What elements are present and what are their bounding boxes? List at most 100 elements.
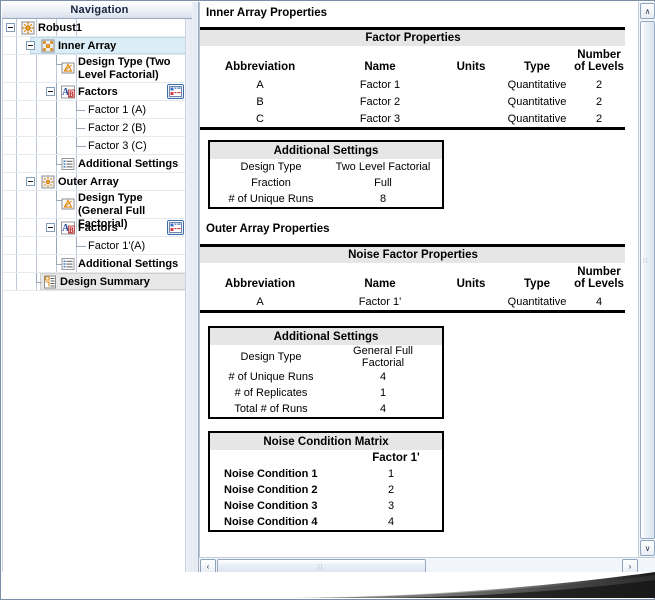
setting-label: # of Unique Runs	[228, 193, 314, 205]
cell-units	[440, 110, 502, 130]
col-name: Name	[364, 61, 396, 73]
inner-additional-settings-table: Additional Settings Design Type Two Leve…	[208, 140, 444, 209]
status-strip	[2, 572, 655, 598]
cell-units	[440, 76, 502, 93]
tree-item-label: Additional Settings	[78, 158, 179, 170]
noise-condition-matrix-table: Noise Condition Matrix Factor 1' Noise C…	[208, 431, 444, 532]
scroll-up-button[interactable]: ∧	[640, 3, 655, 19]
outer-additional-settings-table: Additional Settings Design Type General …	[208, 326, 444, 419]
expander-outer-array[interactable]	[26, 177, 35, 186]
outer-array-icon	[40, 174, 56, 190]
tree-item-robust1[interactable]: Robust1	[3, 19, 187, 37]
tree-item-inner-factor-1[interactable]: Factor 1 (A)	[3, 101, 187, 119]
setting-value: General Full Factorial	[353, 345, 413, 369]
setting-label: Design Type	[240, 351, 302, 363]
tree-item-label: Factor 1 (A)	[88, 104, 147, 116]
design-type-icon	[60, 196, 76, 212]
additional-settings-title: Additional Settings	[209, 327, 443, 345]
factor-properties-table: Factor Properties Abbreviation Name Unit…	[200, 27, 625, 130]
cell-type: Quantitative	[502, 110, 572, 130]
cell-name: Factor 2	[359, 95, 401, 108]
design-type-icon	[60, 60, 76, 76]
vertical-scroll-thumb[interactable]	[640, 21, 655, 539]
robust-design-icon	[20, 20, 36, 36]
tree-item-outer-factors[interactable]: A B Factors	[3, 219, 187, 237]
expander-outer-factors[interactable]	[46, 223, 55, 232]
tree-item-outer-array[interactable]: Outer Array	[3, 173, 187, 191]
factors-icon: A B	[60, 84, 76, 100]
table-row: A Factor 1 Quantitative 2	[200, 76, 625, 93]
tree-item-label: Design Type (Two Level Factorial)	[78, 56, 171, 81]
tree-item-label: Inner Array	[58, 40, 117, 52]
cell-abbreviation: C	[200, 110, 320, 130]
table-title-row: Noise Condition Matrix	[209, 432, 443, 450]
tree-item-outer-factor-1[interactable]: Factor 1'(A)	[3, 237, 187, 255]
table-row: Noise Condition 2 2	[209, 482, 443, 498]
tree-item-inner-factor-3[interactable]: Factor 3 (C)	[3, 137, 187, 155]
expander-inner-factors[interactable]	[46, 87, 55, 96]
tree-item-inner-factors[interactable]: A B Factors	[3, 83, 187, 101]
cell-name: Factor 3	[320, 110, 440, 130]
table-header-row: Abbreviation Name Units Type Number of L…	[200, 263, 625, 293]
table-row: Design Type Two Level Factorial	[209, 159, 443, 175]
settings-list-icon	[60, 156, 76, 172]
col-type: Type	[524, 61, 550, 73]
noise-condition-value: 2	[387, 484, 395, 496]
factor-properties-title: Factor Properties	[200, 27, 625, 46]
table-row: # of Unique Runs 4	[209, 369, 443, 385]
cell-levels: 2	[595, 78, 603, 91]
col-factor-1-prime: Factor 1'	[372, 452, 420, 464]
setting-value: 1	[379, 387, 387, 399]
table-header-row: Abbreviation Name Units Type Number of L…	[200, 46, 625, 76]
table-row: # of Replicates 1	[209, 385, 443, 401]
setting-label: # of Unique Runs	[228, 371, 314, 383]
noise-factor-properties-table: Noise Factor Properties Abbreviation Nam…	[200, 244, 625, 313]
table-row: Noise Condition 1 1	[209, 466, 443, 482]
tree-item-label: Factor 1'(A)	[88, 240, 146, 252]
tree-item-inner-additional-settings[interactable]: Additional Settings	[3, 155, 187, 173]
tree-item-label: Factors	[78, 86, 118, 98]
application-window: Navigation Robust1 Inner Array Design Ty…	[0, 0, 655, 600]
cell-name: Factor 1'	[320, 293, 440, 313]
cell-levels: 4	[572, 293, 625, 313]
table-title-row: Additional Settings	[209, 141, 443, 159]
svg-text:B: B	[69, 227, 74, 235]
cell-type: Quantitative	[507, 95, 567, 108]
factors-icon: A B	[60, 220, 76, 236]
expander-inner-array[interactable]	[26, 41, 35, 50]
noise-condition-label: Noise Condition 2	[224, 484, 318, 496]
table-row: # of Unique Runs 8	[209, 191, 443, 208]
factors-grid-button[interactable]	[167, 220, 184, 235]
noise-condition-label: Noise Condition 1	[224, 468, 318, 480]
cell-levels: 2	[595, 95, 603, 108]
report-content: Inner Array Properties Factor Properties…	[199, 2, 625, 557]
factors-grid-button[interactable]	[167, 84, 184, 99]
col-blank	[209, 450, 350, 466]
setting-label: Design Type	[240, 161, 302, 173]
table-row: C Factor 3 Quantitative 2	[200, 110, 625, 130]
tree-item-label: Design Summary	[60, 276, 150, 288]
noise-condition-matrix-title: Noise Condition Matrix	[209, 432, 443, 450]
tree-item-inner-array[interactable]: Inner Array	[3, 37, 187, 55]
navigation-header: Navigation	[2, 2, 197, 19]
expander-robust1[interactable]	[6, 23, 15, 32]
tree-item-outer-additional-settings[interactable]: Additional Settings	[3, 255, 187, 273]
cell-units	[440, 293, 502, 313]
settings-list-icon	[60, 256, 76, 272]
cell-levels: 2	[572, 110, 625, 130]
col-number-of-levels: Number of Levels	[574, 49, 624, 73]
setting-value: Two Level Factorial	[335, 161, 431, 173]
tree-item-design-summary[interactable]: Design Summary	[3, 273, 187, 291]
table-row: Noise Condition 3 3	[209, 498, 443, 514]
tree-item-inner-design-type[interactable]: Design Type (Two Level Factorial)	[3, 55, 187, 83]
noise-condition-label: Noise Condition 4	[224, 516, 318, 528]
tree-item-label: Factors	[78, 222, 118, 234]
tree-item-inner-factor-2[interactable]: Factor 2 (B)	[3, 119, 187, 137]
navigation-tree-container[interactable]: Robust1 Inner Array Design Type (Two Lev…	[2, 19, 198, 574]
horizontal-scroll-grip-icon: ∷	[318, 564, 323, 571]
report-vertical-scrollbar[interactable]: ∧ ∷ ∨	[638, 2, 655, 557]
tree-item-label: Additional Settings	[78, 258, 179, 270]
tree-item-outer-design-type[interactable]: Design Type (General Full Factorial)	[3, 191, 187, 230]
table-row: Noise Condition 4 4	[209, 514, 443, 531]
scroll-down-button[interactable]: ∨	[640, 540, 655, 556]
